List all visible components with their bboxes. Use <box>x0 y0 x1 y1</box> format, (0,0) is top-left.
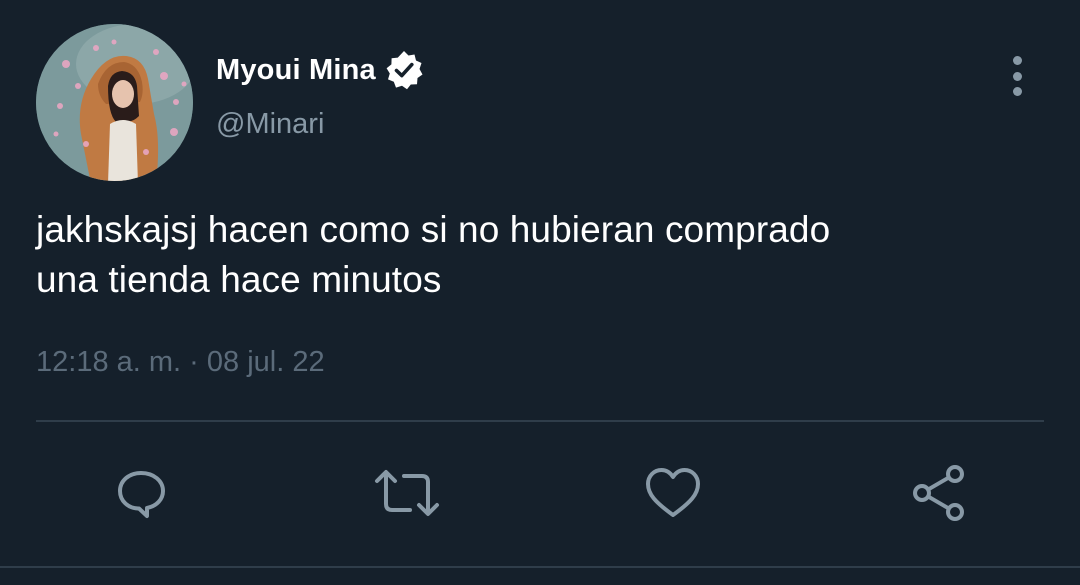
more-dot <box>1012 87 1022 96</box>
tweet-detail: Myoui Mina @Minari jakhskajsj hacen como… <box>0 0 1080 585</box>
divider <box>36 420 1044 422</box>
tweet-text-line: jakhskajsj hacen como si no hubieran com… <box>36 209 831 250</box>
tweet-text-line: una tienda hace minutos <box>36 259 442 300</box>
reply-icon <box>118 471 165 518</box>
user-handle[interactable]: @Minari <box>216 108 426 141</box>
bottom-divider <box>0 566 1080 568</box>
reply-button[interactable] <box>106 458 176 528</box>
tweet-text: jakhskajsj hacen como si no hubieran com… <box>36 205 1036 305</box>
display-name[interactable]: Myoui Mina <box>216 54 376 87</box>
more-dot <box>1012 56 1022 65</box>
tweet-timestamp[interactable]: 12:18 a. m. · 08 jul. 22 <box>36 346 325 379</box>
like-button[interactable] <box>638 458 708 528</box>
avatar[interactable] <box>36 24 193 181</box>
verified-badge-icon <box>382 48 426 92</box>
tweet-time: 12:18 a. m. <box>36 346 182 378</box>
share-button[interactable] <box>904 458 974 528</box>
user-info: Myoui Mina @Minari <box>216 50 426 141</box>
more-dot <box>1012 71 1022 81</box>
retweet-icon <box>375 470 439 516</box>
more-options-button[interactable] <box>1004 56 1030 96</box>
like-icon <box>646 468 700 517</box>
share-icon <box>913 465 964 521</box>
tweet-date: 08 jul. 22 <box>206 346 325 378</box>
timestamp-separator: · <box>189 346 199 378</box>
name-row: Myoui Mina <box>216 50 426 90</box>
profile-photo <box>36 24 193 181</box>
retweet-button[interactable] <box>372 458 442 528</box>
